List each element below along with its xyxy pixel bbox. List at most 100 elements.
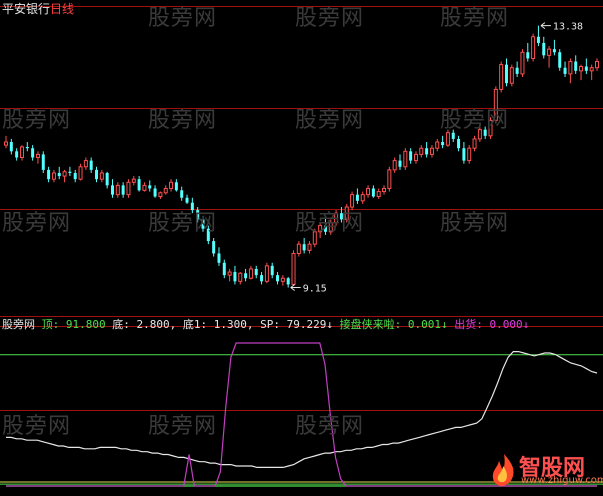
watermark-14: 股旁网 [295, 414, 365, 439]
candle-down [254, 268, 258, 276]
candle-down [148, 185, 152, 189]
candle-down [68, 171, 72, 173]
candle-down [57, 172, 61, 177]
candle-down [31, 148, 35, 158]
candle-up [387, 169, 392, 189]
watermark-4: 股旁网 [2, 108, 72, 133]
candle-up [366, 187, 371, 196]
candle-up [248, 268, 253, 279]
candle-down [153, 188, 157, 197]
ind-buy-signal: 接盘侠来啦: 0.001↓ [339, 318, 448, 331]
indicator-name[interactable]: 股旁网 [2, 318, 35, 331]
candle-up [126, 181, 131, 196]
candle-down [441, 142, 445, 146]
candle-up [163, 187, 168, 194]
ind-sell-signal: 出货: 0.000↓ [454, 318, 530, 331]
candle-down [355, 194, 359, 201]
chart-window: 13.38 9.15 股旁网 股旁网 股旁网 股旁网 股旁网 股旁网 股旁网 股旁… [0, 0, 603, 496]
annotation-label: 9.15 [303, 284, 327, 295]
candle-up [296, 243, 301, 254]
period-label[interactable]: 日线 [50, 2, 74, 16]
logo-url: www.zhiguw.com [521, 475, 603, 486]
site-logo: 智股网 www.zhiguw.com [489, 452, 603, 490]
candle-down [457, 138, 461, 149]
candle-up [131, 178, 136, 183]
candle-up [595, 61, 599, 69]
watermark-9: 股旁网 [148, 211, 218, 236]
candle-up [169, 181, 174, 189]
candle-down [563, 67, 567, 74]
candle-up [419, 147, 424, 155]
chart-title: 平安银行日线 [2, 2, 74, 16]
candle-up [51, 172, 56, 180]
candle-up [264, 265, 269, 282]
candle-down [584, 66, 588, 71]
candle-down [47, 169, 51, 180]
candle-down [504, 64, 508, 84]
candle-down [425, 148, 429, 155]
candle-down [398, 160, 402, 167]
candle-up [115, 184, 120, 196]
candle-down [574, 61, 578, 71]
candle-down [270, 265, 274, 276]
candle-down [15, 151, 19, 158]
candle-up [307, 243, 312, 251]
candle-down [185, 197, 189, 203]
candle-up [429, 147, 434, 155]
candle-up [435, 141, 440, 149]
candle-up [142, 184, 147, 191]
candle-up [19, 146, 24, 159]
candle-up [35, 153, 40, 158]
candle-up [445, 132, 450, 146]
candle-down [552, 49, 556, 53]
candle-up [158, 192, 163, 198]
watermark-2: 股旁网 [295, 6, 365, 31]
candle-up [531, 36, 536, 59]
candle-up [78, 166, 83, 180]
candle-down [89, 160, 93, 170]
watermark-10: 股旁网 [295, 211, 365, 236]
candle-down [462, 148, 466, 161]
candle-up [99, 172, 104, 180]
candle-down [73, 172, 77, 180]
candle-down [409, 151, 413, 161]
candle-down [526, 52, 530, 59]
candle-down [542, 42, 546, 56]
candle-down [9, 142, 13, 152]
candle-down [105, 172, 109, 186]
ind-top: 顶: 91.800 [41, 318, 106, 331]
flame-icon [492, 454, 514, 486]
candle-down [217, 253, 221, 263]
candle-up [509, 67, 514, 84]
candle-down [41, 154, 45, 170]
candle-up [579, 65, 584, 72]
candle-up [547, 48, 552, 56]
candle-down [536, 36, 540, 43]
candle-up [467, 147, 472, 162]
candle-down [286, 278, 290, 285]
watermark-6: 股旁网 [295, 108, 365, 133]
watermark-11: 股旁网 [440, 211, 510, 236]
candle-down [302, 244, 306, 251]
candle-down [244, 273, 248, 279]
watermark-7: 股旁网 [440, 108, 510, 133]
candle-down [25, 146, 29, 149]
candle-up [589, 67, 594, 72]
candle-up [83, 160, 88, 168]
candle-up [520, 51, 525, 75]
candle-up [280, 277, 285, 282]
candle-down [137, 179, 141, 191]
watermark-13: 股旁网 [148, 414, 218, 439]
candle-up [291, 252, 296, 285]
candle-down [110, 185, 114, 195]
candle-down [180, 190, 184, 198]
candle-down [212, 241, 216, 254]
candle-up [238, 272, 243, 282]
ind-bottom1: 底1: 1.300, [182, 318, 254, 331]
candle-down [260, 275, 264, 282]
candle-down [95, 169, 99, 180]
candle-up [499, 64, 504, 90]
annotation-label: 13.38 [553, 22, 583, 33]
candle-up [4, 141, 8, 146]
candle-up [382, 187, 387, 193]
